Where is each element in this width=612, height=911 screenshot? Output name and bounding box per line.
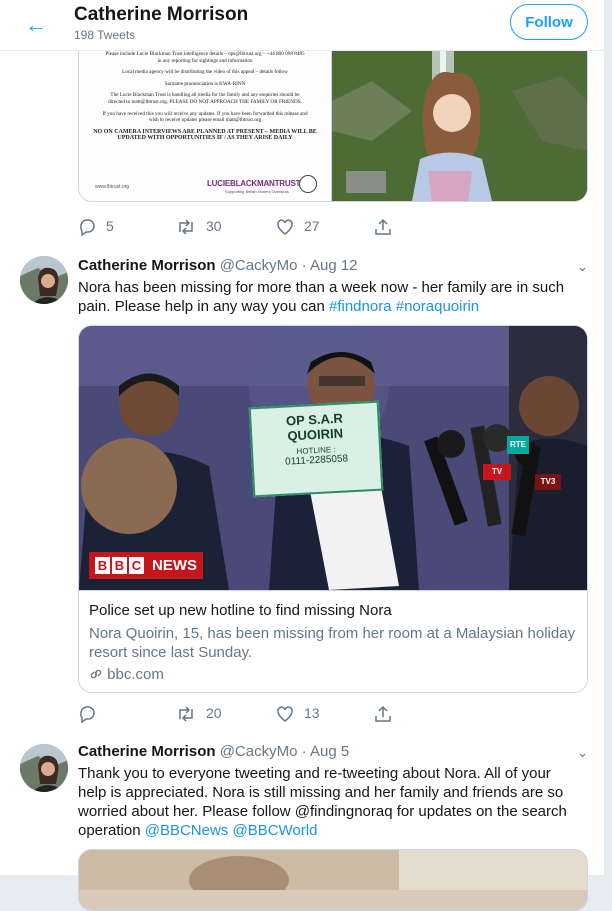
card-domain-text: bbc.com [107, 666, 164, 683]
like-count: 27 [304, 218, 320, 234]
chevron-down-icon[interactable]: ⌄ [577, 259, 588, 275]
mention-bbcnews[interactable]: @BBCNews [145, 822, 229, 839]
tweet-text: Nora has been missing for more than a we… [78, 278, 574, 316]
retweet-count: 30 [206, 218, 222, 234]
mic-flag-1: TV [483, 464, 511, 480]
separator-dot: · [301, 743, 307, 760]
card-domain[interactable]: bbc.com [89, 666, 164, 683]
separator-dot: · [301, 257, 307, 274]
tweet-count: 198 Tweets [74, 28, 136, 42]
tweet-actions: 20 13 [78, 703, 458, 724]
author-handle[interactable]: @CackyMo [220, 743, 298, 760]
share-icon [375, 706, 391, 723]
avatar[interactable] [20, 744, 68, 792]
mic-flag-2: RTE [507, 436, 529, 454]
mention-bbcworld[interactable]: @BBCWorld [232, 822, 317, 839]
retweet-count: 20 [206, 705, 222, 721]
tweet-body: Nora has been missing for more than a we… [78, 279, 565, 315]
tweet[interactable]: Catherine Morrison @CackyMo · Aug 5 ⌄ Th… [0, 733, 604, 911]
poster-line: directed to matt@lbtrust.org. PLEASE DO … [108, 98, 302, 105]
profile-header: ← Catherine Morrison 198 Tweets Follow [0, 0, 604, 51]
tweet-date[interactable]: Aug 12 [310, 257, 358, 274]
reply-count: 5 [106, 218, 114, 234]
link-icon [90, 669, 102, 679]
reply-button[interactable] [78, 703, 106, 724]
trust-logo-sub: Supporting British Victims Overseas [225, 189, 289, 194]
profile-name: Catherine Morrison [74, 4, 249, 25]
reply-button[interactable]: 5 [78, 216, 114, 237]
poster-line: Surname pronunciation is KWA-RINN [164, 80, 246, 87]
bbc-letter-block: B [95, 557, 110, 574]
author-name[interactable]: Catherine Morrison [78, 257, 216, 274]
trust-logo: LUCIEBLACKMANTRUST [207, 179, 301, 188]
tweet-photo [79, 850, 587, 904]
avatar[interactable] [20, 256, 68, 304]
poster-line: UPDATED WITH OPPORTUNITIES IF / AS THEY … [117, 135, 293, 142]
avatar-photo [20, 256, 68, 304]
retweet-button[interactable]: 30 [176, 216, 222, 236]
poster-line: wish to receive updates please email mat… [148, 117, 262, 124]
poster-line: in any reporting for sightings and infor… [157, 57, 253, 64]
retweet-button[interactable]: 20 [176, 703, 222, 723]
share-button[interactable] [374, 703, 402, 723]
trust-emblem-icon [299, 175, 317, 193]
hashtag-findnora[interactable]: #findnora [329, 298, 392, 315]
heart-icon [277, 706, 293, 723]
share-icon [375, 219, 391, 236]
tweet[interactable]: Catherine Morrison @CackyMo · Aug 12 ⌄ N… [0, 245, 604, 734]
tweet-header: Catherine Morrison @CackyMo · Aug 12 [78, 257, 358, 274]
poster-line: The Lucie Blackman Trust is handling all… [110, 92, 300, 99]
card-description: Nora Quoirin, 15, has been missing from … [89, 625, 576, 661]
bbc-letter-block: C [129, 557, 144, 574]
link-card[interactable]: OP S.A.R QUOIRIN HOTLINE : 0111-2285058 … [78, 325, 588, 693]
like-button[interactable]: 27 [276, 216, 320, 236]
hashtag-noraquoirin[interactable]: #noraquoirin [396, 298, 479, 315]
poster-line: Local media agency will be distributing … [122, 69, 288, 76]
bbc-blocks: BBC [95, 557, 146, 574]
tweet-text: Thank you to everyone tweeting and re-tw… [78, 764, 574, 840]
author-handle[interactable]: @CackyMo [220, 257, 298, 274]
bbc-letter-block: B [112, 557, 127, 574]
like-count: 13 [304, 705, 320, 721]
reply-icon [80, 219, 95, 237]
retweet-icon [179, 219, 193, 235]
back-arrow-icon[interactable]: ← [22, 11, 50, 39]
reply-icon [80, 706, 95, 724]
bbc-news-logo: BBC NEWS [89, 552, 203, 579]
like-button[interactable]: 13 [276, 703, 320, 723]
card-title[interactable]: Police set up new hotline to find missin… [89, 602, 392, 619]
hotline-sign: OP S.A.R QUOIRIN HOTLINE : 0111-2285058 [248, 400, 384, 498]
poster-line: If you have received this you will recei… [102, 110, 308, 117]
poster-line: NO ON CAMERA INTERVIEWS ARE PLANNED AT P… [93, 128, 317, 135]
tweet-header: Catherine Morrison @CackyMo · Aug 5 [78, 743, 349, 760]
retweet-icon [179, 706, 193, 722]
share-button[interactable] [374, 216, 402, 236]
tweet-date[interactable]: Aug 5 [310, 743, 349, 760]
tweet-actions: 5 30 27 [78, 216, 458, 237]
author-name[interactable]: Catherine Morrison [78, 743, 216, 760]
avatar-photo [20, 744, 68, 792]
card-image: OP S.A.R QUOIRIN HOTLINE : 0111-2285058 … [79, 326, 587, 590]
news-wordmark: NEWS [152, 557, 197, 574]
profile-timeline: ← Catherine Morrison 198 Tweets Follow P… [0, 0, 605, 911]
follow-button[interactable]: Follow [510, 4, 588, 40]
tweet-image[interactable] [78, 849, 588, 911]
poster-website: www.lbtrust.org [95, 184, 130, 190]
chevron-down-icon[interactable]: ⌄ [577, 745, 588, 761]
mic-flag-3: TV3 [535, 474, 561, 490]
poster-line: Please include Lucie Blackman Trust inte… [105, 51, 305, 57]
bbc-wordmark: BBC [95, 557, 146, 574]
heart-icon [277, 219, 293, 236]
